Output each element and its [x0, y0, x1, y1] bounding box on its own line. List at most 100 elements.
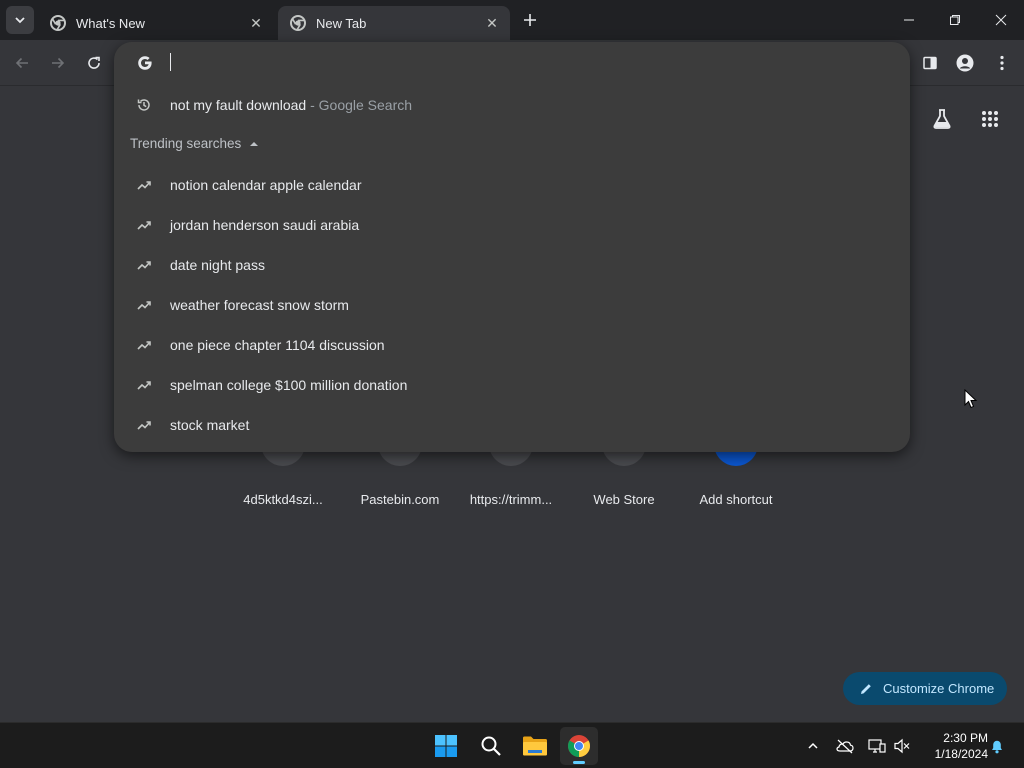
chrome-icon [50, 15, 66, 31]
suggestion-text: stock market [170, 417, 250, 433]
windows-icon [435, 735, 457, 757]
suggestion-trending[interactable]: jordan henderson saudi arabia [114, 205, 910, 245]
clock-time: 2:30 PM [943, 731, 988, 745]
shortcut-tile[interactable]: Web Store [568, 430, 680, 520]
back-button[interactable] [9, 50, 35, 76]
close-tab-icon[interactable]: ✕ [248, 15, 264, 31]
labs-button[interactable] [929, 106, 955, 132]
side-panel-icon [923, 56, 937, 70]
pencil-icon [861, 683, 871, 694]
chrome-taskbar-button[interactable] [560, 727, 598, 765]
profile-button[interactable] [952, 50, 978, 76]
suggestion-history[interactable]: not my fault download - Google Search [114, 85, 910, 125]
chevron-up-icon [808, 742, 818, 749]
file-explorer-button[interactable] [516, 727, 554, 765]
history-icon [137, 99, 150, 111]
tab-title: New Tab [316, 15, 367, 31]
suggestion-trending[interactable]: weather forecast snow storm [114, 285, 910, 325]
suggestion-trending[interactable]: date night pass [114, 245, 910, 285]
suggestion-text: jordan henderson saudi arabia [170, 217, 360, 233]
shortcut-label: https://trimm... [469, 492, 553, 507]
shortcut-label: Pastebin.com [360, 492, 440, 507]
chrome-icon [290, 15, 306, 31]
trending-up-icon [137, 261, 151, 270]
customize-chrome-button[interactable]: Customize Chrome [843, 672, 1007, 705]
tab-search-button[interactable] [6, 6, 34, 34]
bell-icon [992, 740, 1002, 754]
folder-icon [523, 736, 547, 756]
chrome-icon [568, 735, 590, 757]
volume-muted-icon [894, 738, 910, 754]
google-g-icon [138, 56, 152, 70]
google-apps-button[interactable] [977, 106, 1003, 132]
suggestion-text: spelman college $100 million donation [170, 377, 408, 393]
search-icon [481, 736, 501, 756]
add-shortcut-button[interactable]: Add shortcut [680, 430, 792, 520]
omnibox-dropdown: not my fault download - Google Search Tr… [114, 42, 910, 452]
close-window-button[interactable] [978, 0, 1024, 40]
omnibox-input[interactable] [170, 52, 770, 74]
chevron-down-icon [15, 17, 25, 24]
trending-searches-header[interactable]: Trending searches [130, 136, 259, 151]
apps-grid-icon [982, 111, 998, 127]
restore-button[interactable] [932, 0, 978, 40]
reload-button[interactable] [81, 50, 107, 76]
system-clock[interactable]: 2:30 PM 1/18/2024 [918, 730, 988, 762]
shortcut-tile[interactable]: 4d5ktkd4szi... [227, 430, 339, 520]
network-button[interactable] [866, 735, 888, 757]
tab-whats-new[interactable]: What's New ✕ [38, 6, 274, 40]
suggestion-trending[interactable]: notion calendar apple calendar [114, 165, 910, 205]
flask-icon [933, 109, 951, 129]
trending-up-icon [137, 421, 151, 430]
plus-icon [524, 14, 536, 26]
mouse-pointer-icon [964, 389, 978, 409]
suggestion-text: not my fault download - Google Search [170, 97, 413, 113]
more-vert-icon [1000, 55, 1004, 71]
tab-new-tab[interactable]: New Tab ✕ [278, 6, 510, 40]
minimize-icon [904, 19, 914, 21]
trending-up-icon [137, 221, 151, 230]
close-icon [995, 14, 1007, 26]
shortcut-tile[interactable]: Pastebin.com [344, 430, 456, 520]
restore-icon [950, 15, 960, 25]
trending-up-icon [137, 181, 151, 190]
new-tab-button[interactable] [518, 8, 542, 32]
start-button[interactable] [427, 727, 465, 765]
trending-up-icon [137, 301, 151, 310]
close-tab-icon[interactable]: ✕ [484, 15, 500, 31]
minimize-button[interactable] [886, 0, 932, 40]
trending-up-icon [137, 341, 151, 350]
arrow-left-icon [15, 57, 28, 69]
suggestion-trending[interactable]: spelman college $100 million donation [114, 365, 910, 405]
profile-icon [956, 54, 974, 72]
clock-date: 1/18/2024 [934, 747, 988, 761]
customize-label: Customize Chrome [883, 681, 995, 696]
suggestion-text: one piece chapter 1104 discussion [170, 337, 385, 353]
shortcut-label: Web Store [593, 492, 655, 507]
network-icon [868, 739, 886, 753]
cloud-offline-icon [836, 739, 854, 754]
trending-up-icon [137, 381, 151, 390]
trending-header-label: Trending searches [130, 136, 242, 151]
onedrive-button[interactable] [834, 735, 856, 757]
volume-button[interactable] [891, 735, 913, 757]
arrow-right-icon [52, 57, 65, 69]
shortcut-label: Add shortcut [699, 492, 773, 507]
suggestion-trending[interactable]: stock market [114, 405, 910, 445]
tab-title: What's New [76, 15, 145, 31]
side-panel-button[interactable] [917, 50, 943, 76]
show-hidden-icons-button[interactable] [802, 735, 824, 757]
suggestion-text: weather forecast snow storm [170, 297, 349, 313]
shortcut-label: 4d5ktkd4szi... [243, 492, 323, 507]
suggestion-text: notion calendar apple calendar [170, 177, 362, 193]
text-caret [170, 53, 171, 71]
chrome-menu-button[interactable] [989, 50, 1015, 76]
suggestion-trending[interactable]: one piece chapter 1104 discussion [114, 325, 910, 365]
search-button[interactable] [472, 727, 510, 765]
notifications-button[interactable] [986, 735, 1008, 757]
reload-icon [88, 56, 100, 69]
shortcut-tile[interactable]: https://trimm... [455, 430, 567, 520]
forward-button[interactable] [45, 50, 71, 76]
taskbar: 2:30 PM 1/18/2024 [0, 722, 1024, 768]
suggestion-text: date night pass [170, 257, 265, 273]
